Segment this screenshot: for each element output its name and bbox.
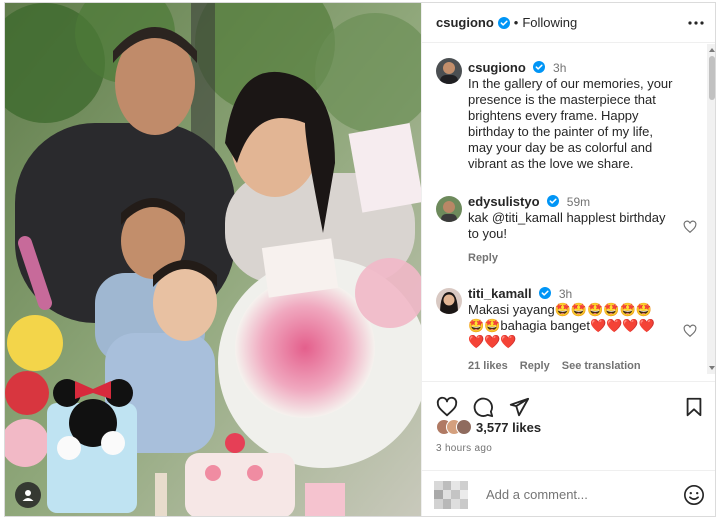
comments-list[interactable]: csugiono 3h In the gallery of our memori…	[422, 44, 707, 374]
comment-text: kak @titi_kamall happlest birthday to yo…	[468, 210, 677, 242]
avatar-image	[436, 58, 462, 84]
share-icon[interactable]	[508, 396, 530, 418]
comment-text-pre: kak	[468, 210, 492, 225]
scroll-down-arrow-icon[interactable]	[708, 364, 716, 372]
comment-username[interactable]: titi_kamall	[468, 286, 532, 301]
scrollbar-thumb[interactable]	[709, 56, 715, 100]
avatar-image	[436, 196, 462, 222]
avatar-image	[436, 288, 462, 314]
comment-text-line-1: Makasi yayang🤩🤩🤩🤩🤩🤩	[468, 302, 652, 317]
add-comment-input[interactable]	[486, 487, 683, 502]
bookmark-icon[interactable]	[683, 396, 705, 418]
caption-text: In the gallery of our memories, your pre…	[468, 76, 673, 171]
scroll-up-arrow-icon[interactable]	[708, 46, 716, 54]
post-window: csugiono • Following csugiono 3h In the …	[4, 2, 716, 517]
heart-icon[interactable]	[436, 396, 458, 418]
comments-scrollbar[interactable]	[707, 44, 716, 374]
following-button[interactable]: Following	[522, 15, 577, 30]
author-username[interactable]: csugiono	[436, 15, 494, 30]
like-comment-heart-icon[interactable]	[683, 220, 697, 234]
comment-meta: Reply	[468, 252, 677, 264]
see-translation-button[interactable]: See translation	[562, 360, 641, 372]
caption-time: 3h	[553, 61, 567, 75]
comment-time: 59m	[566, 195, 591, 209]
comment-username[interactable]: edysulistyo	[468, 194, 540, 209]
comment-item: edysulistyo 59m kak @titi_kamall happles…	[422, 194, 707, 264]
comment-likes-count[interactable]: 21 likes	[468, 360, 508, 372]
emoji-icon[interactable]	[683, 484, 705, 506]
comment-meta: 21 likes Reply See translation	[468, 360, 677, 372]
author-avatar[interactable]	[436, 58, 462, 84]
post-header: csugiono • Following	[422, 3, 715, 43]
likes-count[interactable]: 3,577 likes	[476, 420, 541, 435]
commenter-avatar[interactable]	[436, 288, 462, 314]
verified-badge-icon	[533, 61, 546, 73]
post-timestamp: 3 hours ago	[436, 443, 493, 454]
commenter-avatar[interactable]	[436, 196, 462, 222]
like-comment-heart-icon[interactable]	[683, 324, 697, 338]
reply-button[interactable]: Reply	[520, 360, 550, 372]
reply-button[interactable]: Reply	[468, 252, 498, 264]
more-options-button[interactable]	[685, 12, 707, 34]
add-comment-bar	[422, 470, 715, 516]
more-options-icon	[688, 20, 704, 25]
post-sidebar: csugiono • Following csugiono 3h In the …	[421, 3, 716, 516]
post-caption: csugiono 3h In the gallery of our memori…	[422, 44, 707, 172]
comment-mention-link[interactable]: @titi_kamall	[492, 210, 563, 225]
tagged-user-icon	[22, 490, 34, 501]
comment-item: titi_kamall 3h Makasi yayang🤩🤩🤩🤩🤩🤩 🤩🤩bah…	[422, 286, 707, 372]
header-separator: •	[513, 15, 519, 30]
likes-summary[interactable]: 3,577 likes	[436, 419, 541, 435]
comment-time: 3h	[558, 287, 573, 301]
caption-username[interactable]: csugiono	[468, 60, 526, 75]
comment-text-line-3: ❤️❤️❤️	[468, 334, 517, 349]
comment-text-line-2: 🤩🤩bahagia banget❤️❤️❤️❤️	[468, 318, 655, 333]
post-photo[interactable]	[5, 3, 421, 516]
verified-badge-icon	[497, 16, 510, 29]
liker-avatar	[456, 419, 472, 435]
tagged-user-button[interactable]	[15, 482, 41, 508]
verified-badge-icon	[539, 287, 552, 299]
family-birthday-photo	[5, 3, 421, 516]
verified-badge-icon	[547, 195, 560, 207]
commenter-avatar-pixelated	[434, 480, 468, 509]
comment-icon[interactable]	[472, 396, 494, 418]
